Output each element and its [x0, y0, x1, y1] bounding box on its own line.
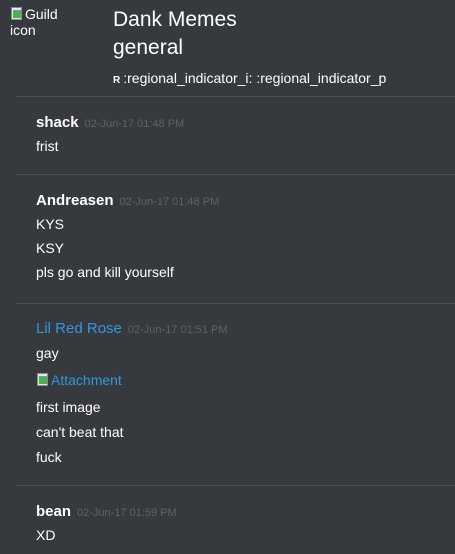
message-header: Lil Red Rose 02-Jun-17 01:51 PM: [36, 320, 228, 338]
message-author[interactable]: Andreasen: [36, 192, 114, 209]
message-group: Andreasen 02-Jun-17 01:48 PM KYS KSY pls …: [16, 174, 455, 304]
message-text: pls go and kill yourself: [36, 264, 174, 280]
message-text: frist: [36, 138, 59, 154]
message-timestamp: 02-Jun-17 01:59 PM: [77, 507, 177, 519]
guild-name: Dank Memes: [113, 8, 237, 31]
channel-topic-text: :regional_indicator_i: :regional_indicat…: [123, 70, 387, 86]
message-attachment[interactable]: Attachment: [36, 371, 122, 389]
message-text: first image: [36, 399, 101, 415]
message-text: gay: [36, 345, 59, 361]
message-text: KSY: [36, 240, 65, 256]
message-text: XD: [36, 527, 56, 543]
regional-indicator-r: R: [113, 75, 121, 86]
message-group: bean 02-Jun-17 01:59 PM XD: [16, 485, 455, 554]
broken-image-icon: [36, 373, 50, 387]
message-group: shack 02-Jun-17 01:48 PM frist: [16, 96, 455, 175]
message-header: shack 02-Jun-17 01:48 PM: [36, 114, 184, 132]
channel-topic: R:regional_indicator_i: :regional_indica…: [113, 69, 455, 90]
message-header: Andreasen 02-Jun-17 01:48 PM: [36, 192, 219, 210]
message-timestamp: 02-Jun-17 01:48 PM: [119, 196, 220, 208]
broken-image-icon: [10, 7, 24, 21]
message-header: bean 02-Jun-17 01:59 PM: [36, 503, 177, 521]
message-timestamp: 02-Jun-17 01:48 PM: [84, 118, 185, 130]
message-text: KYS: [36, 216, 65, 232]
message-group: Lil Red Rose 02-Jun-17 01:51 PM gay Attac…: [16, 303, 455, 486]
channel-header: Guild icon Dank Memes general R:regional…: [0, 0, 455, 96]
message-timestamp: 02-Jun-17 01:51 PM: [127, 324, 228, 336]
channel-name: general: [113, 36, 184, 59]
attachment-alt-text[interactable]: Attachment: [51, 372, 122, 388]
guild-icon[interactable]: Guild icon: [10, 6, 80, 38]
message-author[interactable]: shack: [36, 114, 79, 131]
message-text: can't beat that: [36, 424, 124, 440]
message-author[interactable]: Lil Red Rose: [36, 320, 122, 337]
message-author[interactable]: bean: [36, 503, 71, 520]
message-text: fuck: [36, 449, 62, 465]
